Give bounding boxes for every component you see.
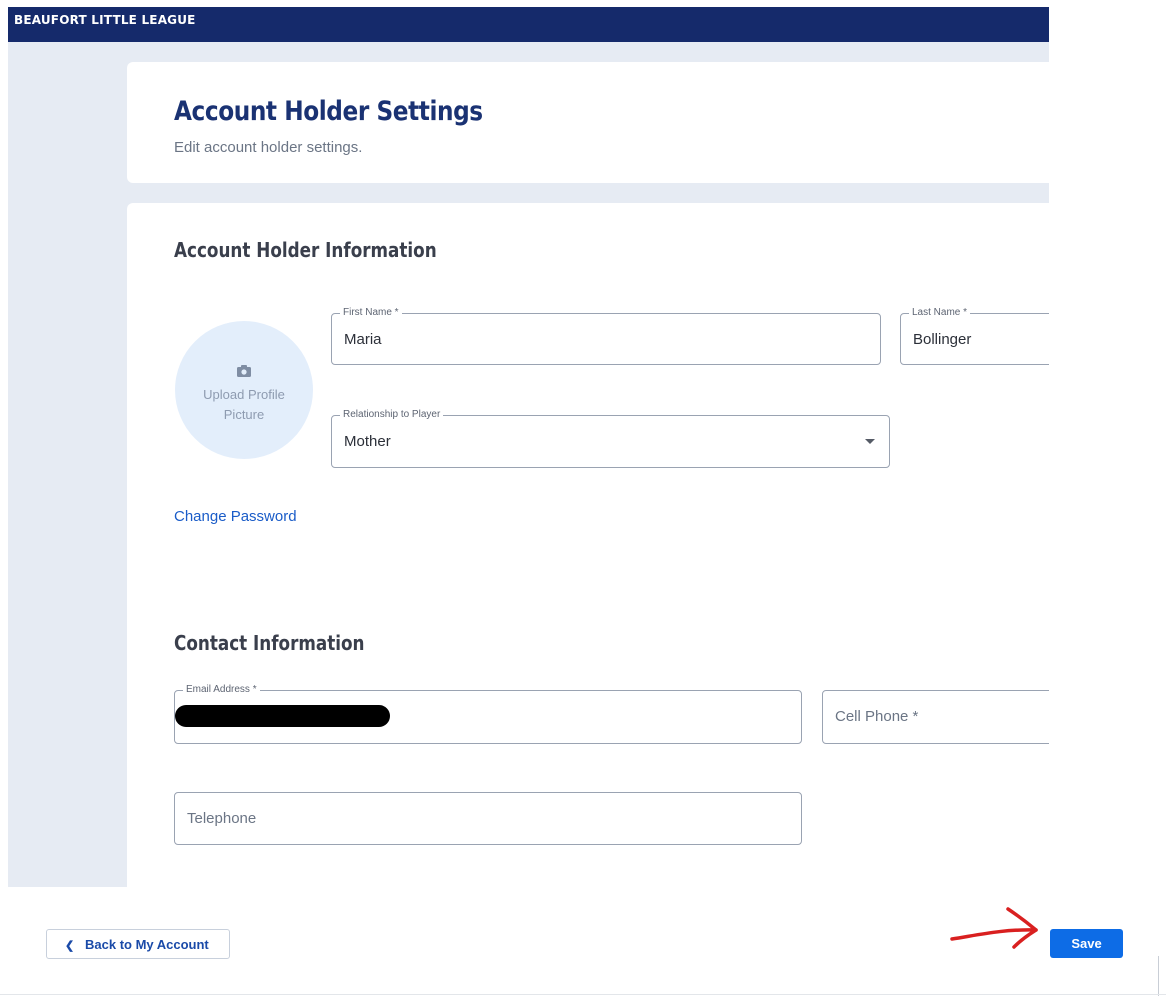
red-arrow-annotation: [950, 907, 1038, 949]
chevron-left-icon: ❮: [65, 940, 75, 952]
top-navbar: BEAUFORT LITTLE LEAGUE: [8, 7, 1049, 42]
email-label: Email Address *: [183, 683, 260, 697]
redacted-email-value: [175, 705, 390, 727]
last-name-field[interactable]: Last Name * Bollinger: [900, 306, 1049, 365]
first-name-value: Maria: [344, 331, 382, 348]
change-password-link[interactable]: Change Password: [174, 508, 297, 525]
save-button[interactable]: Save: [1050, 929, 1123, 958]
first-name-field[interactable]: First Name * Maria: [331, 306, 881, 365]
last-name-label: Last Name *: [909, 306, 971, 320]
settings-form-card: Account Holder Information Upload Profil…: [127, 203, 1049, 887]
upload-profile-label: Upload Profile Picture: [203, 387, 285, 422]
app-window: BEAUFORT LITTLE LEAGUE Account Holder Se…: [8, 7, 1049, 887]
page-title: Account Holder Settings: [174, 96, 483, 127]
caret-down-icon: [865, 439, 875, 444]
page-header-card: Account Holder Settings Edit account hol…: [127, 62, 1049, 183]
last-name-value: Bollinger: [913, 331, 972, 348]
cell-phone-field[interactable]: Cell Phone *: [822, 690, 1049, 744]
screen: BEAUFORT LITTLE LEAGUE Account Holder Se…: [0, 0, 1166, 996]
upload-profile-picture[interactable]: Upload Profile Picture: [175, 321, 313, 459]
window-edge: [1158, 956, 1159, 996]
relationship-select[interactable]: Relationship to Player Mother: [331, 408, 890, 468]
account-holder-section-title: Account Holder Information: [174, 238, 437, 262]
first-name-label: First Name *: [340, 306, 402, 320]
page-subtitle: Edit account holder settings.: [174, 139, 363, 156]
email-field[interactable]: Email Address *: [174, 683, 802, 744]
brand-name[interactable]: BEAUFORT LITTLE LEAGUE: [14, 7, 196, 33]
contact-section-title: Contact Information: [174, 631, 365, 655]
relationship-label: Relationship to Player: [340, 408, 444, 422]
telephone-placeholder: Telephone: [187, 810, 257, 827]
back-to-my-account-button[interactable]: ❮ Back to My Account: [46, 929, 230, 959]
relationship-value: Mother: [344, 433, 391, 450]
back-button-label: Back to My Account: [85, 937, 209, 952]
camera-icon: [237, 365, 251, 377]
window-bottom-edge: [0, 994, 1166, 995]
telephone-field[interactable]: Telephone: [174, 792, 802, 845]
cell-phone-placeholder: Cell Phone *: [835, 708, 919, 725]
